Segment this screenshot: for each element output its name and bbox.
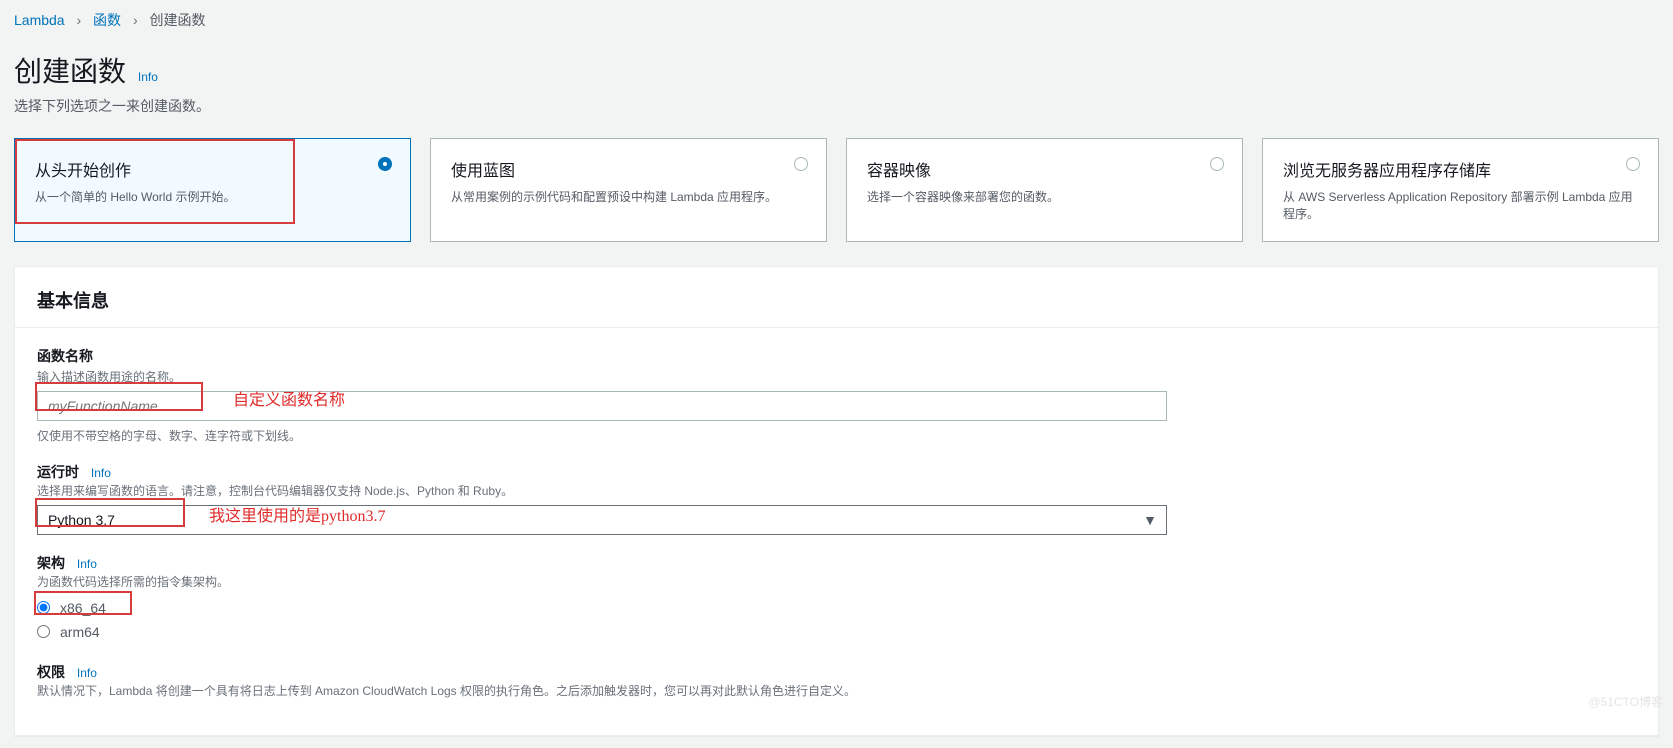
chevron-right-icon: ›: [133, 12, 138, 28]
arch-radio-x86[interactable]: [37, 601, 50, 614]
perm-hint: 默认情况下，Lambda 将创建一个具有将日志上传到 Amazon CloudW…: [37, 682, 1636, 699]
page-subtitle: 选择下列选项之一来创建函数。: [14, 96, 1659, 116]
option-container-image[interactable]: 容器映像 选择一个容器映像来部署您的函数。: [846, 138, 1243, 242]
runtime-hint: 选择用来编写函数的语言。请注意，控制台代码编辑器仅支持 Node.js、Pyth…: [37, 482, 1636, 499]
arch-label-arm64: arm64: [60, 624, 100, 640]
option-desc: 从 AWS Serverless Application Repository …: [1283, 189, 1638, 223]
annotation-runtime: 我这里使用的是python3.7: [209, 502, 385, 526]
option-serverless-repo[interactable]: 浏览无服务器应用程序存储库 从 AWS Serverless Applicati…: [1262, 138, 1659, 242]
option-desc: 从一个简单的 Hello World 示例开始。: [35, 189, 390, 206]
info-link-header[interactable]: Info: [138, 70, 158, 84]
option-title: 从头开始创作: [35, 157, 390, 181]
option-desc: 选择一个容器映像来部署您的函数。: [867, 189, 1222, 206]
perm-label: 权限: [37, 664, 65, 680]
arch-radio-arm64[interactable]: [37, 625, 50, 638]
info-link-perm[interactable]: Info: [77, 666, 97, 680]
info-link-arch[interactable]: Info: [77, 557, 97, 571]
info-link-runtime[interactable]: Info: [91, 466, 111, 480]
function-name-input[interactable]: [37, 391, 1167, 421]
option-title: 容器映像: [867, 157, 1222, 181]
option-title: 使用蓝图: [451, 157, 806, 181]
function-name-hint: 输入描述函数用途的名称。: [37, 368, 1636, 385]
option-title: 浏览无服务器应用程序存储库: [1283, 157, 1638, 181]
option-desc: 从常用案例的示例代码和配置预设中构建 Lambda 应用程序。: [451, 189, 806, 206]
option-blueprint[interactable]: 使用蓝图 从常用案例的示例代码和配置预设中构建 Lambda 应用程序。: [430, 138, 827, 242]
option-from-scratch[interactable]: 从头开始创作 从一个简单的 Hello World 示例开始。: [14, 138, 411, 242]
page-title: 创建函数: [14, 50, 126, 90]
panel-title: 基本信息: [15, 267, 1658, 328]
function-name-hint-below: 仅使用不带空格的字母、数字、连字符或下划线。: [37, 427, 1636, 444]
arch-hint: 为函数代码选择所需的指令集架构。: [37, 573, 1636, 590]
arch-label-x86: x86_64: [60, 600, 106, 616]
annotation-function-name: 自定义函数名称: [233, 386, 345, 410]
watermark: @51CTO博客: [1588, 693, 1663, 710]
breadcrumb-functions[interactable]: 函数: [93, 12, 121, 28]
runtime-label: 运行时: [37, 464, 79, 480]
chevron-right-icon: ›: [76, 12, 81, 28]
function-name-label: 函数名称: [37, 346, 1636, 366]
runtime-select[interactable]: Python 3.7: [37, 505, 1167, 535]
radio-icon: [1210, 157, 1224, 171]
breadcrumb: Lambda › 函数 › 创建函数: [0, 0, 1673, 40]
radio-icon: [1626, 157, 1640, 171]
radio-icon: [794, 157, 808, 171]
breadcrumb-current: 创建函数: [150, 12, 206, 28]
radio-icon-checked: [378, 157, 392, 171]
breadcrumb-root[interactable]: Lambda: [14, 12, 65, 28]
arch-label: 架构: [37, 555, 65, 571]
